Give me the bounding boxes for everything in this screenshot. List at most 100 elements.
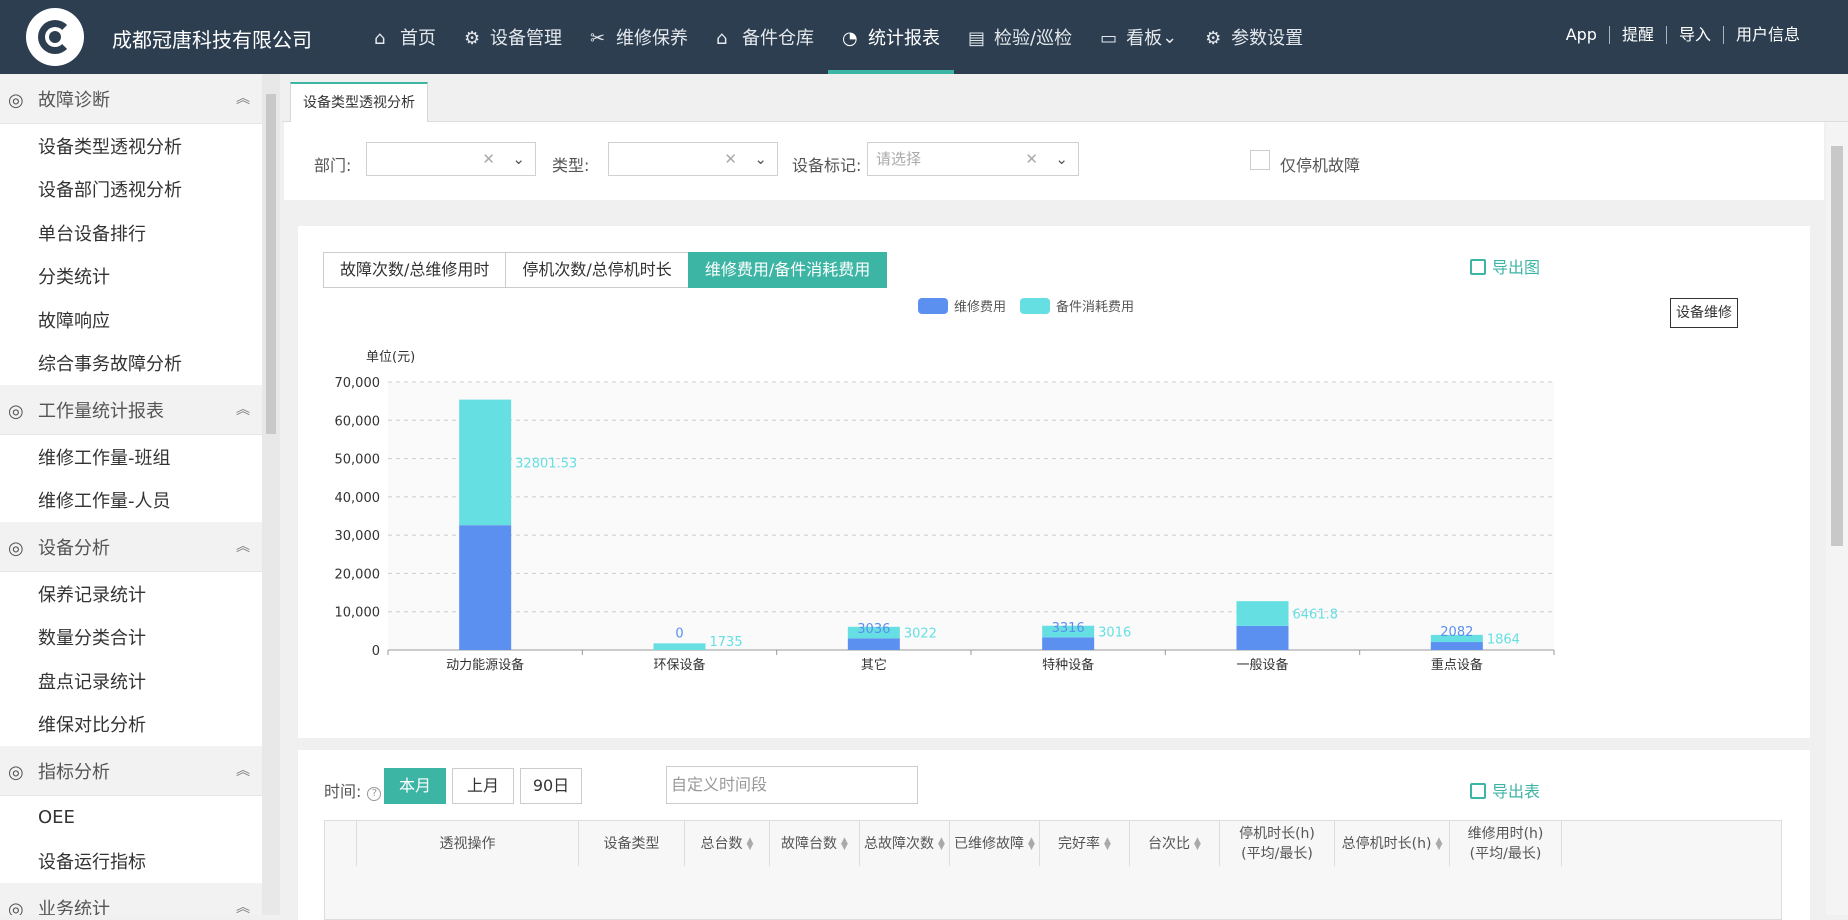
sidebar-group-4[interactable]: ◎ 业务统计 ︽: [0, 883, 262, 915]
sort-icon[interactable]: ▲ ▼: [1028, 836, 1035, 851]
workload-icon: ◎: [8, 400, 24, 422]
only-downtime-checkbox[interactable]: [1250, 150, 1270, 170]
nav-item-1[interactable]: ⚙ 设备管理: [450, 0, 576, 74]
sidebar-item[interactable]: 单台设备排行: [0, 211, 262, 255]
last-month-button[interactable]: 上月: [452, 768, 514, 804]
nav-item-3[interactable]: ⌂ 备件仓库: [702, 0, 828, 74]
sidebar-group-2[interactable]: ◎ 设备分析 ︽: [0, 522, 262, 572]
nav-item-0[interactable]: ⌂ 首页: [360, 0, 450, 74]
company-logo[interactable]: [26, 8, 84, 66]
stats-icon: ◎: [8, 898, 24, 916]
sidebar-group-1[interactable]: ◎ 工作量统计报表 ︽: [0, 385, 262, 435]
column-header-2[interactable]: 总台数 ▲ ▼: [685, 821, 770, 866]
data-label-parts: 3022: [904, 627, 937, 642]
nav-label: 设备管理: [490, 28, 562, 49]
nav-item-2[interactable]: ✂ 维修保养: [576, 0, 702, 74]
header-link-0[interactable]: App: [1554, 26, 1609, 44]
bar-0: [459, 525, 512, 650]
header-links: App 提醒 导入 用户信息: [1554, 26, 1812, 44]
clear-icon[interactable]: ✕: [724, 143, 737, 175]
warehouse-icon: ⌂: [716, 28, 728, 49]
sidebar-item[interactable]: 设备运行指标: [0, 840, 262, 884]
table-panel: 时间:? 本月 上月 90日 自定义时间段 导出表 透视操作 设备类型 总台数 ▲ ▼ 故…: [298, 750, 1810, 920]
nav-item-4[interactable]: ◔ 统计报表: [828, 0, 954, 74]
sidebar-item[interactable]: 设备部门透视分析: [0, 168, 262, 212]
column-header-4[interactable]: 总故障次数 ▲ ▼: [860, 821, 950, 866]
y-tick-label: 70,000: [335, 376, 381, 391]
pie-chart-icon: ◔: [842, 28, 858, 49]
sidebar-item[interactable]: 维修工作量-班组: [0, 435, 262, 479]
export-icon: [1470, 783, 1486, 799]
sidebar-item[interactable]: 数量分类合计: [0, 616, 262, 660]
nav-item-6[interactable]: ▭ 看板 ⌄: [1086, 0, 1191, 74]
gauge-icon: ◎: [8, 761, 24, 783]
sort-icon[interactable]: ▲ ▼: [938, 836, 945, 851]
sort-icon[interactable]: ▲ ▼: [747, 836, 754, 851]
column-header-6[interactable]: 完好率 ▲ ▼: [1040, 821, 1130, 866]
sidebar-item[interactable]: 设备类型透视分析: [0, 124, 262, 168]
tab-device-type-analysis[interactable]: 设备类型透视分析: [290, 82, 428, 122]
sidebar-group-0[interactable]: ◎ 故障诊断 ︽: [0, 74, 262, 124]
sidebar-item[interactable]: 维修工作量-人员: [0, 479, 262, 523]
help-icon[interactable]: ?: [367, 787, 382, 801]
export-table-button[interactable]: 导出表: [1470, 778, 1540, 802]
column-header-7[interactable]: 台次比 ▲ ▼: [1130, 821, 1220, 866]
column-header-10[interactable]: 维修用时(h) (平均/最长): [1450, 821, 1562, 866]
nav-item-5[interactable]: ▤ 检验/巡检: [954, 0, 1086, 74]
header-link-3[interactable]: 用户信息: [1722, 26, 1812, 44]
sidebar-item[interactable]: OEE: [0, 796, 262, 840]
data-label-parts: 1735: [710, 635, 743, 650]
nav-item-7[interactable]: ⚙ 参数设置: [1191, 0, 1317, 74]
header-link-1[interactable]: 提醒: [1608, 26, 1666, 44]
nav-label: 首页: [400, 28, 436, 49]
column-header-9[interactable]: 总停机时长(h) ▲ ▼: [1335, 821, 1450, 866]
chevron-up-icon[interactable]: ︽: [236, 760, 250, 780]
mark-select[interactable]: 请选择 ✕ ⌄: [867, 142, 1079, 176]
column-header-0[interactable]: 透视操作: [357, 821, 579, 866]
sidebar-item[interactable]: 故障响应: [0, 298, 262, 342]
sidebar-item[interactable]: 盘点记录统计: [0, 659, 262, 703]
data-label-parts: 3016: [1098, 626, 1131, 641]
sidebar-item[interactable]: 保养记录统计: [0, 572, 262, 616]
clear-icon[interactable]: ✕: [1025, 143, 1038, 175]
ninety-days-button[interactable]: 90日: [520, 768, 582, 804]
column-header-1[interactable]: 设备类型: [579, 821, 685, 866]
nav-label: 维修保养: [616, 28, 688, 49]
clear-icon[interactable]: ✕: [482, 143, 495, 175]
sidebar-item[interactable]: 维保对比分析: [0, 703, 262, 747]
sidebar-group-title: 工作量统计报表: [38, 400, 164, 422]
chevron-up-icon[interactable]: ︽: [236, 897, 250, 915]
sort-icon[interactable]: ▲ ▼: [841, 836, 848, 851]
content-scrollbar[interactable]: [1826, 122, 1848, 915]
chevron-up-icon[interactable]: ︽: [236, 399, 250, 419]
column-header-label: 完好率: [1058, 835, 1101, 852]
filter-bar: 部门: ✕ ⌄ 类型: ✕ ⌄ 设备标记: 请选择 ✕ ⌄ 仅停机故障: [284, 122, 1824, 200]
column-header-8[interactable]: 停机时长(h) (平均/最长): [1220, 821, 1335, 866]
column-header-label: 总台数: [700, 835, 743, 852]
column-header-label: 总停机时长(h): [1341, 835, 1432, 852]
nav-label: 统计报表: [868, 28, 940, 49]
data-label-repair: 0: [675, 626, 683, 641]
custom-range-input[interactable]: 自定义时间段: [666, 766, 918, 804]
column-header-3[interactable]: 故障台数 ▲ ▼: [770, 821, 860, 866]
type-select[interactable]: ✕ ⌄: [608, 142, 778, 176]
tab-bar: 设备类型透视分析: [282, 74, 1848, 122]
sidebar-group-title: 业务统计: [38, 898, 110, 916]
chevron-up-icon[interactable]: ︽: [236, 536, 250, 556]
sort-icon[interactable]: ▲ ▼: [1104, 836, 1111, 851]
x-category-label: 重点设备: [1431, 657, 1483, 673]
chevron-up-icon[interactable]: ︽: [236, 88, 250, 108]
top-nav-bar: 成都冠唐科技有限公司 ⌂ 首页 ⚙ 设备管理 ✂ 维修保养 ⌂ 备件仓库 ◔ 统计报表 ▤ 检验/巡检…: [0, 0, 1848, 74]
sidebar-item[interactable]: 综合事务故障分析: [0, 342, 262, 386]
this-month-button[interactable]: 本月: [384, 768, 446, 804]
dept-select[interactable]: ✕ ⌄: [366, 142, 536, 176]
header-link-2[interactable]: 导入: [1665, 26, 1723, 44]
sidebar-group-3[interactable]: ◎ 指标分析 ︽: [0, 746, 262, 796]
th-blank: [325, 821, 357, 866]
column-header-5[interactable]: 已维修故障 ▲ ▼: [950, 821, 1040, 866]
sort-icon[interactable]: ▲ ▼: [1435, 836, 1442, 851]
sidebar-item[interactable]: 分类统计: [0, 255, 262, 299]
home-icon: ⌂: [374, 28, 386, 49]
sidebar-scrollbar[interactable]: [262, 74, 280, 915]
sort-icon[interactable]: ▲ ▼: [1194, 836, 1201, 851]
